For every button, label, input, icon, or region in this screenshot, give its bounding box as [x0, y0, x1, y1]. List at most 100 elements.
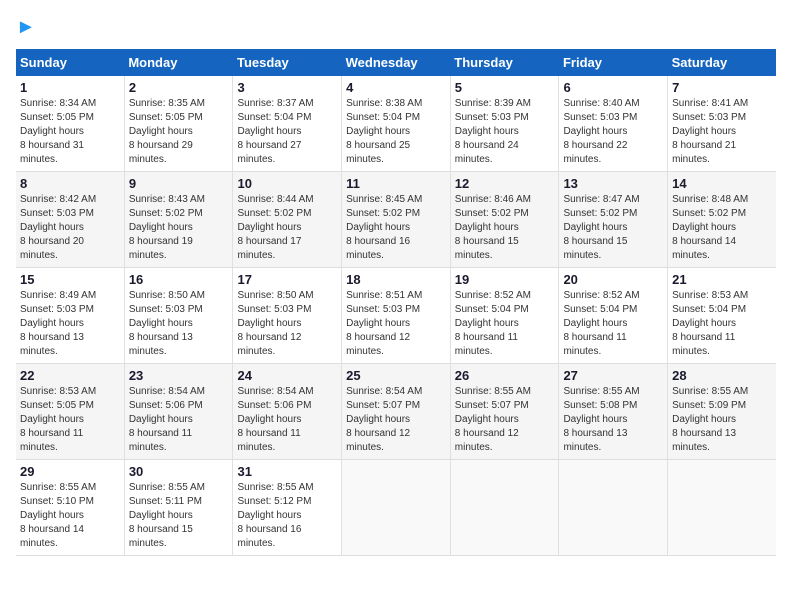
calendar-day-cell: 17 Sunrise: 8:50 AMSunset: 5:03 PMDaylig… [233, 268, 342, 364]
calendar-day-cell: 15 Sunrise: 8:49 AMSunset: 5:03 PMDaylig… [16, 268, 124, 364]
day-number: 14 [672, 176, 772, 191]
day-number: 5 [455, 80, 555, 95]
calendar-day-cell: 30 Sunrise: 8:55 AMSunset: 5:11 PMDaylig… [124, 460, 233, 556]
calendar-day-cell: 12 Sunrise: 8:46 AMSunset: 5:02 PMDaylig… [450, 172, 559, 268]
day-number: 21 [672, 272, 772, 287]
calendar-day-cell [450, 460, 559, 556]
day-number: 2 [129, 80, 229, 95]
day-number: 10 [237, 176, 337, 191]
calendar-day-cell: 31 Sunrise: 8:55 AMSunset: 5:12 PMDaylig… [233, 460, 342, 556]
calendar-week-row: 15 Sunrise: 8:49 AMSunset: 5:03 PMDaylig… [16, 268, 776, 364]
calendar-day-cell: 25 Sunrise: 8:54 AMSunset: 5:07 PMDaylig… [342, 364, 451, 460]
day-info: Sunrise: 8:39 AMSunset: 5:03 PMDaylight … [455, 98, 531, 165]
col-friday: Friday [559, 49, 668, 76]
calendar-day-cell [342, 460, 451, 556]
day-info: Sunrise: 8:44 AMSunset: 5:02 PMDaylight … [237, 194, 313, 261]
day-number: 22 [20, 368, 120, 383]
day-number: 29 [20, 464, 120, 479]
day-number: 18 [346, 272, 446, 287]
day-info: Sunrise: 8:46 AMSunset: 5:02 PMDaylight … [455, 194, 531, 261]
day-number: 11 [346, 176, 446, 191]
day-info: Sunrise: 8:55 AMSunset: 5:09 PMDaylight … [672, 386, 748, 453]
logo: ► [16, 16, 36, 39]
calendar-day-cell: 1 Sunrise: 8:34 AMSunset: 5:05 PMDayligh… [16, 76, 124, 172]
day-info: Sunrise: 8:41 AMSunset: 5:03 PMDaylight … [672, 98, 748, 165]
calendar-week-row: 8 Sunrise: 8:42 AMSunset: 5:03 PMDayligh… [16, 172, 776, 268]
day-number: 13 [563, 176, 663, 191]
day-info: Sunrise: 8:45 AMSunset: 5:02 PMDaylight … [346, 194, 422, 261]
day-number: 26 [455, 368, 555, 383]
day-info: Sunrise: 8:43 AMSunset: 5:02 PMDaylight … [129, 194, 205, 261]
day-info: Sunrise: 8:55 AMSunset: 5:10 PMDaylight … [20, 482, 96, 549]
calendar-day-cell: 5 Sunrise: 8:39 AMSunset: 5:03 PMDayligh… [450, 76, 559, 172]
day-info: Sunrise: 8:50 AMSunset: 5:03 PMDaylight … [237, 290, 313, 357]
calendar-day-cell [559, 460, 668, 556]
col-monday: Monday [124, 49, 233, 76]
calendar-week-row: 29 Sunrise: 8:55 AMSunset: 5:10 PMDaylig… [16, 460, 776, 556]
day-number: 7 [672, 80, 772, 95]
col-wednesday: Wednesday [342, 49, 451, 76]
calendar-day-cell: 3 Sunrise: 8:37 AMSunset: 5:04 PMDayligh… [233, 76, 342, 172]
day-number: 12 [455, 176, 555, 191]
calendar-week-row: 22 Sunrise: 8:53 AMSunset: 5:05 PMDaylig… [16, 364, 776, 460]
day-info: Sunrise: 8:54 AMSunset: 5:06 PMDaylight … [129, 386, 205, 453]
day-number: 16 [129, 272, 229, 287]
day-number: 1 [20, 80, 120, 95]
day-number: 6 [563, 80, 663, 95]
day-number: 19 [455, 272, 555, 287]
calendar-day-cell: 29 Sunrise: 8:55 AMSunset: 5:10 PMDaylig… [16, 460, 124, 556]
day-number: 3 [237, 80, 337, 95]
calendar-day-cell: 6 Sunrise: 8:40 AMSunset: 5:03 PMDayligh… [559, 76, 668, 172]
calendar-day-cell: 4 Sunrise: 8:38 AMSunset: 5:04 PMDayligh… [342, 76, 451, 172]
day-info: Sunrise: 8:55 AMSunset: 5:11 PMDaylight … [129, 482, 205, 549]
col-saturday: Saturday [668, 49, 776, 76]
calendar-day-cell: 19 Sunrise: 8:52 AMSunset: 5:04 PMDaylig… [450, 268, 559, 364]
day-info: Sunrise: 8:51 AMSunset: 5:03 PMDaylight … [346, 290, 422, 357]
col-tuesday: Tuesday [233, 49, 342, 76]
day-info: Sunrise: 8:47 AMSunset: 5:02 PMDaylight … [563, 194, 639, 261]
day-info: Sunrise: 8:50 AMSunset: 5:03 PMDaylight … [129, 290, 205, 357]
day-number: 25 [346, 368, 446, 383]
page-container: ► Sunday Monday Tuesday Wednesday Thursd… [0, 0, 792, 564]
day-info: Sunrise: 8:55 AMSunset: 5:07 PMDaylight … [455, 386, 531, 453]
day-info: Sunrise: 8:54 AMSunset: 5:06 PMDaylight … [237, 386, 313, 453]
day-number: 27 [563, 368, 663, 383]
day-number: 8 [20, 176, 120, 191]
calendar-day-cell: 21 Sunrise: 8:53 AMSunset: 5:04 PMDaylig… [668, 268, 776, 364]
day-info: Sunrise: 8:55 AMSunset: 5:08 PMDaylight … [563, 386, 639, 453]
day-info: Sunrise: 8:37 AMSunset: 5:04 PMDaylight … [237, 98, 313, 165]
calendar-day-cell: 20 Sunrise: 8:52 AMSunset: 5:04 PMDaylig… [559, 268, 668, 364]
calendar-day-cell: 24 Sunrise: 8:54 AMSunset: 5:06 PMDaylig… [233, 364, 342, 460]
calendar-day-cell: 13 Sunrise: 8:47 AMSunset: 5:02 PMDaylig… [559, 172, 668, 268]
day-number: 9 [129, 176, 229, 191]
calendar-header-row: Sunday Monday Tuesday Wednesday Thursday… [16, 49, 776, 76]
day-number: 23 [129, 368, 229, 383]
calendar-day-cell: 22 Sunrise: 8:53 AMSunset: 5:05 PMDaylig… [16, 364, 124, 460]
day-info: Sunrise: 8:38 AMSunset: 5:04 PMDaylight … [346, 98, 422, 165]
day-info: Sunrise: 8:48 AMSunset: 5:02 PMDaylight … [672, 194, 748, 261]
day-number: 17 [237, 272, 337, 287]
day-number: 20 [563, 272, 663, 287]
day-number: 28 [672, 368, 772, 383]
page-header: ► [16, 16, 776, 39]
day-info: Sunrise: 8:54 AMSunset: 5:07 PMDaylight … [346, 386, 422, 453]
calendar-day-cell: 16 Sunrise: 8:50 AMSunset: 5:03 PMDaylig… [124, 268, 233, 364]
day-number: 15 [20, 272, 120, 287]
day-number: 24 [237, 368, 337, 383]
day-info: Sunrise: 8:34 AMSunset: 5:05 PMDaylight … [20, 98, 96, 165]
day-number: 30 [129, 464, 229, 479]
calendar-day-cell: 28 Sunrise: 8:55 AMSunset: 5:09 PMDaylig… [668, 364, 776, 460]
day-info: Sunrise: 8:49 AMSunset: 5:03 PMDaylight … [20, 290, 96, 357]
day-info: Sunrise: 8:53 AMSunset: 5:05 PMDaylight … [20, 386, 96, 453]
logo-arrow-icon: ► [16, 16, 36, 38]
calendar-day-cell: 9 Sunrise: 8:43 AMSunset: 5:02 PMDayligh… [124, 172, 233, 268]
col-thursday: Thursday [450, 49, 559, 76]
calendar-day-cell: 23 Sunrise: 8:54 AMSunset: 5:06 PMDaylig… [124, 364, 233, 460]
day-info: Sunrise: 8:52 AMSunset: 5:04 PMDaylight … [455, 290, 531, 357]
day-info: Sunrise: 8:35 AMSunset: 5:05 PMDaylight … [129, 98, 205, 165]
calendar-day-cell: 10 Sunrise: 8:44 AMSunset: 5:02 PMDaylig… [233, 172, 342, 268]
calendar-day-cell: 7 Sunrise: 8:41 AMSunset: 5:03 PMDayligh… [668, 76, 776, 172]
day-number: 4 [346, 80, 446, 95]
day-info: Sunrise: 8:55 AMSunset: 5:12 PMDaylight … [237, 482, 313, 549]
day-info: Sunrise: 8:40 AMSunset: 5:03 PMDaylight … [563, 98, 639, 165]
